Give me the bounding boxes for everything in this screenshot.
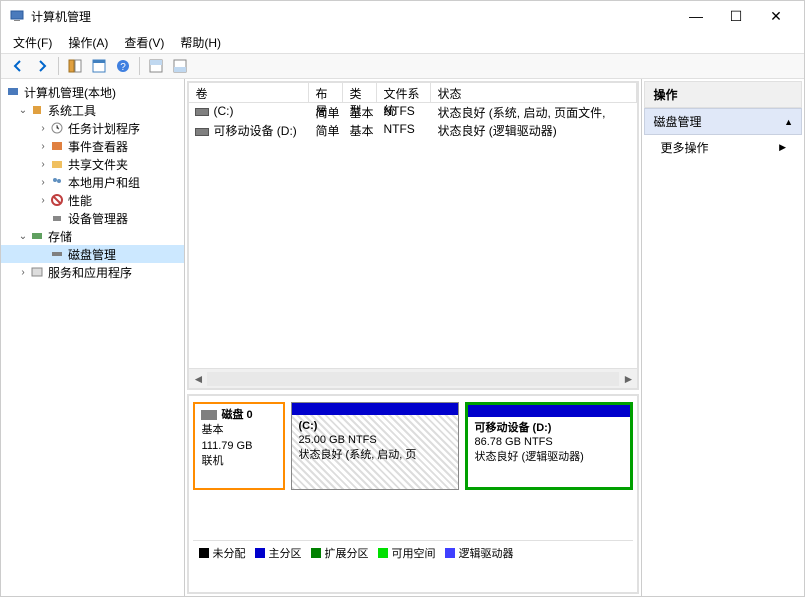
volume-row-d[interactable]: 可移动设备 (D:) 简单 基本 NTFS 状态良好 (逻辑驱动器) xyxy=(189,121,637,139)
back-button[interactable] xyxy=(7,55,29,77)
tree-disk-management[interactable]: 磁盘管理 xyxy=(1,245,184,263)
menu-file[interactable]: 文件(F) xyxy=(5,32,60,53)
disk-icon xyxy=(201,410,217,420)
tree-local-users[interactable]: ›本地用户和组 xyxy=(1,173,184,191)
maximize-button[interactable]: ☐ xyxy=(716,2,756,30)
horizontal-scrollbar[interactable]: ◄ ► xyxy=(189,368,637,388)
show-hide-tree-button[interactable] xyxy=(64,55,86,77)
navigation-tree: 计算机管理(本地) ⌄系统工具 ›任务计划程序 ›事件查看器 ›共享文件夹 ›本… xyxy=(1,79,185,596)
close-button[interactable]: ✕ xyxy=(756,2,796,30)
minimize-button[interactable]: — xyxy=(676,2,716,30)
actions-header: 操作 xyxy=(644,81,802,108)
col-volume[interactable]: 卷 xyxy=(189,83,309,102)
volume-row-c[interactable]: (C:) 简单 基本 NTFS 状态良好 (系统, 启动, 页面文件, xyxy=(189,103,637,121)
swatch-unallocated xyxy=(199,548,209,558)
view-top-button[interactable] xyxy=(145,55,167,77)
tree-device-manager[interactable]: 设备管理器 xyxy=(1,209,184,227)
col-status[interactable]: 状态 xyxy=(431,83,637,102)
tree-system-tools[interactable]: ⌄系统工具 xyxy=(1,101,184,119)
collapse-icon: ▲ xyxy=(784,117,793,127)
view-bottom-button[interactable] xyxy=(169,55,191,77)
tree-shared-folders[interactable]: ›共享文件夹 xyxy=(1,155,184,173)
partition-c[interactable]: (C:) 25.00 GB NTFS 状态良好 (系统, 启动, 页 xyxy=(291,402,459,490)
chevron-right-icon: ▶ xyxy=(779,142,786,153)
swatch-primary xyxy=(255,548,265,558)
col-layout[interactable]: 布局 xyxy=(309,83,343,102)
scroll-right-icon[interactable]: ► xyxy=(619,372,637,386)
scroll-left-icon[interactable]: ◄ xyxy=(189,372,207,386)
tree-task-scheduler[interactable]: ›任务计划程序 xyxy=(1,119,184,137)
separator xyxy=(139,57,140,75)
menu-help[interactable]: 帮助(H) xyxy=(172,32,229,53)
swatch-logical xyxy=(445,548,455,558)
action-more[interactable]: 更多操作 ▶ xyxy=(644,135,802,160)
separator xyxy=(58,57,59,75)
window-title: 计算机管理 xyxy=(31,8,676,25)
col-filesystem[interactable]: 文件系统 xyxy=(377,83,431,102)
col-type[interactable]: 类型 xyxy=(343,83,377,102)
tree-performance[interactable]: ›性能 xyxy=(1,191,184,209)
tree-root[interactable]: 计算机管理(本地) xyxy=(1,83,184,101)
app-icon xyxy=(9,8,25,24)
disk-icon xyxy=(195,108,209,116)
volume-list: 卷 布局 类型 文件系统 状态 (C:) 简单 基本 NTFS 状态良好 (系统… xyxy=(187,81,639,390)
svg-text:?: ? xyxy=(120,62,126,73)
disk-0-info[interactable]: 磁盘 0 基本 111.79 GB 联机 xyxy=(193,402,285,490)
legend: 未分配 主分区 扩展分区 可用空间 逻辑驱动器 xyxy=(193,540,633,565)
partition-d[interactable]: 可移动设备 (D:) 86.78 GB NTFS 状态良好 (逻辑驱动器) xyxy=(465,402,633,490)
disk-map: 磁盘 0 基本 111.79 GB 联机 (C:) 25.00 GB NTFS … xyxy=(187,394,639,594)
swatch-extended xyxy=(311,548,321,558)
actions-section-diskmgmt[interactable]: 磁盘管理 ▲ xyxy=(644,108,802,135)
properties-button[interactable] xyxy=(88,55,110,77)
disk-icon xyxy=(195,128,209,136)
tree-services-apps[interactable]: ›服务和应用程序 xyxy=(1,263,184,281)
menu-view[interactable]: 查看(V) xyxy=(116,32,172,53)
forward-button[interactable] xyxy=(31,55,53,77)
tree-event-viewer[interactable]: ›事件查看器 xyxy=(1,137,184,155)
menu-action[interactable]: 操作(A) xyxy=(60,32,116,53)
swatch-free xyxy=(378,548,388,558)
help-button[interactable]: ? xyxy=(112,55,134,77)
tree-storage[interactable]: ⌄存储 xyxy=(1,227,184,245)
